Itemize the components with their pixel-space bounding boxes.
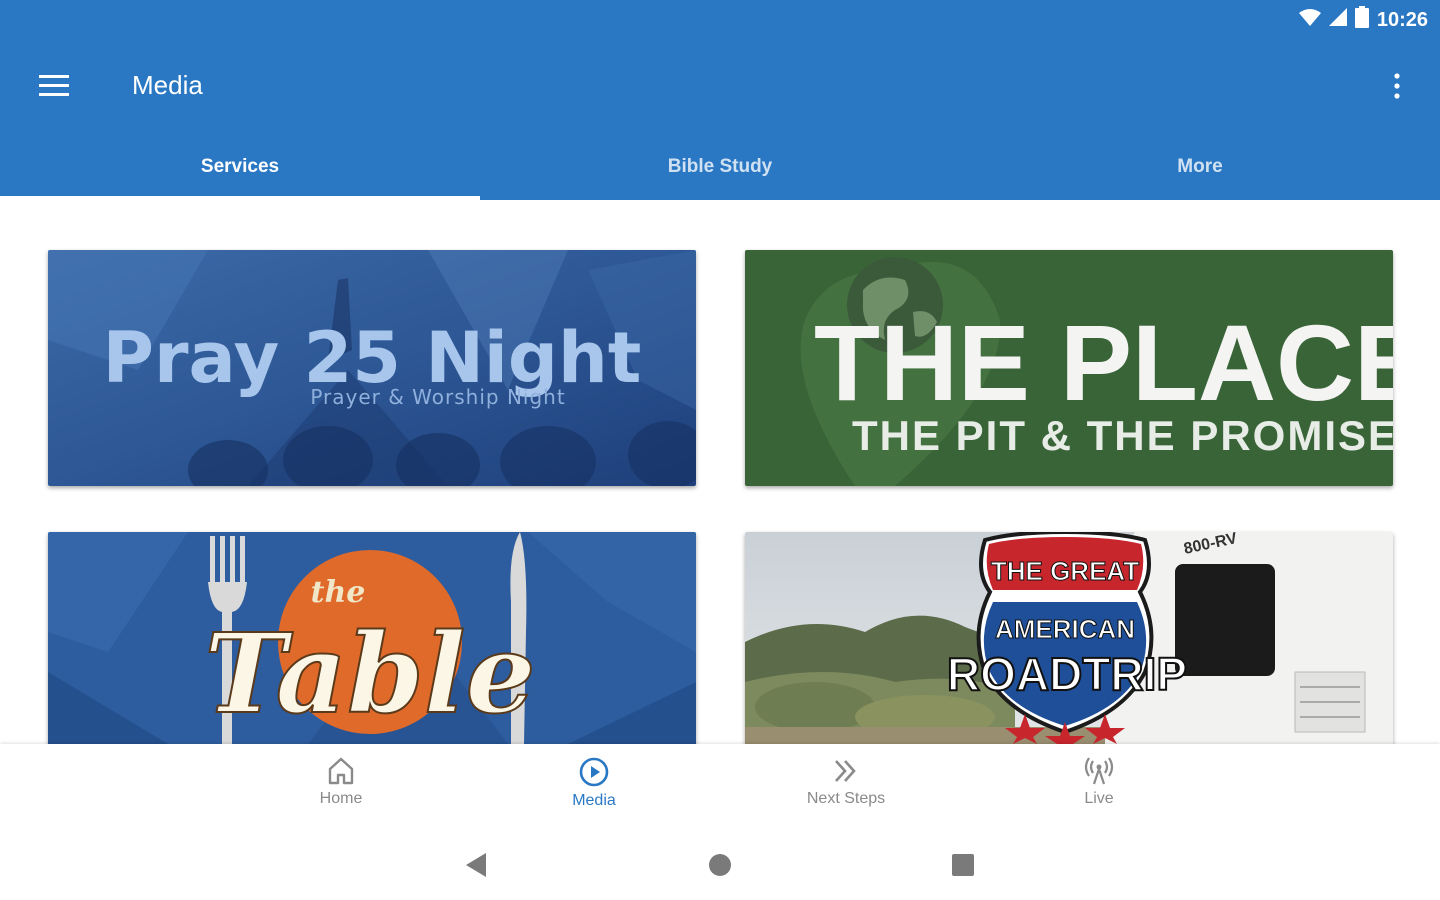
nav-home[interactable]: Home [271, 756, 411, 826]
system-home-button[interactable] [702, 850, 738, 880]
app-bar: 10:26 Media Services Bible Study More [0, 0, 1440, 200]
wifi-icon [1298, 8, 1321, 32]
media-card-the-place[interactable]: THE PLACE THE PIT & THE PROMISE [745, 250, 1393, 486]
media-grid: Pray 25 Night Prayer & Worship Night THE… [0, 200, 1440, 744]
tab-bible-study[interactable]: Bible Study [480, 138, 960, 200]
tab-services[interactable]: Services [0, 138, 480, 200]
card-line2-roadtrip: AMERICAN [995, 614, 1135, 644]
nav-media[interactable]: Media [524, 756, 664, 826]
card-subtitle-place: THE PIT & THE PROMISE [852, 412, 1393, 459]
media-card-great-american-roadtrip[interactable]: 800-RV THE GREAT AMERICAN ROADTRIP [745, 532, 1393, 744]
play-circle-icon [579, 757, 609, 787]
nav-home-label: Home [319, 790, 363, 807]
recents-icon [952, 854, 974, 876]
hamburger-icon [39, 75, 69, 96]
card-line1-roadtrip: THE GREAT [991, 556, 1139, 586]
home-icon [328, 757, 354, 785]
system-back-button[interactable] [458, 850, 494, 880]
nav-next-steps-label: Next Steps [806, 790, 886, 807]
battery-icon [1354, 6, 1369, 34]
bottom-navigation: Home Media Next Steps Live [0, 744, 1440, 830]
cell-signal-icon [1328, 8, 1347, 32]
card-prefix-table: the [311, 575, 366, 610]
media-card-the-table[interactable]: the Table [48, 532, 696, 744]
status-time: 10:26 [1376, 8, 1428, 31]
system-navigation-bar [0, 830, 1440, 900]
tab-bar: Services Bible Study More [0, 138, 1440, 200]
card-title-table: Table [204, 609, 535, 738]
page-title: Media [132, 70, 203, 100]
tab-more[interactable]: More [960, 138, 1440, 200]
more-vert-icon [1394, 73, 1400, 99]
nav-live-label: Live [1084, 790, 1114, 807]
home-circle-icon [709, 854, 731, 876]
toolbar: Media [0, 56, 1440, 116]
broadcast-icon [1084, 757, 1114, 785]
media-card-pray-25-night[interactable]: Pray 25 Night Prayer & Worship Night [48, 250, 696, 486]
double-chevron-icon [835, 760, 856, 782]
nav-live[interactable]: Live [1029, 756, 1169, 826]
card-title-place: THE PLACE [814, 302, 1393, 423]
system-recents-button[interactable] [945, 850, 981, 880]
status-bar: 10:26 [1298, 6, 1428, 34]
back-icon [466, 853, 486, 877]
nav-media-label: Media [572, 792, 616, 809]
overflow-menu-button[interactable] [1382, 66, 1412, 106]
card-line3-roadtrip: ROADTRIP [947, 648, 1187, 700]
hamburger-menu-button[interactable] [34, 68, 74, 104]
card-subtitle-pray: Prayer & Worship Night [310, 385, 565, 409]
nav-next-steps[interactable]: Next Steps [776, 756, 916, 826]
